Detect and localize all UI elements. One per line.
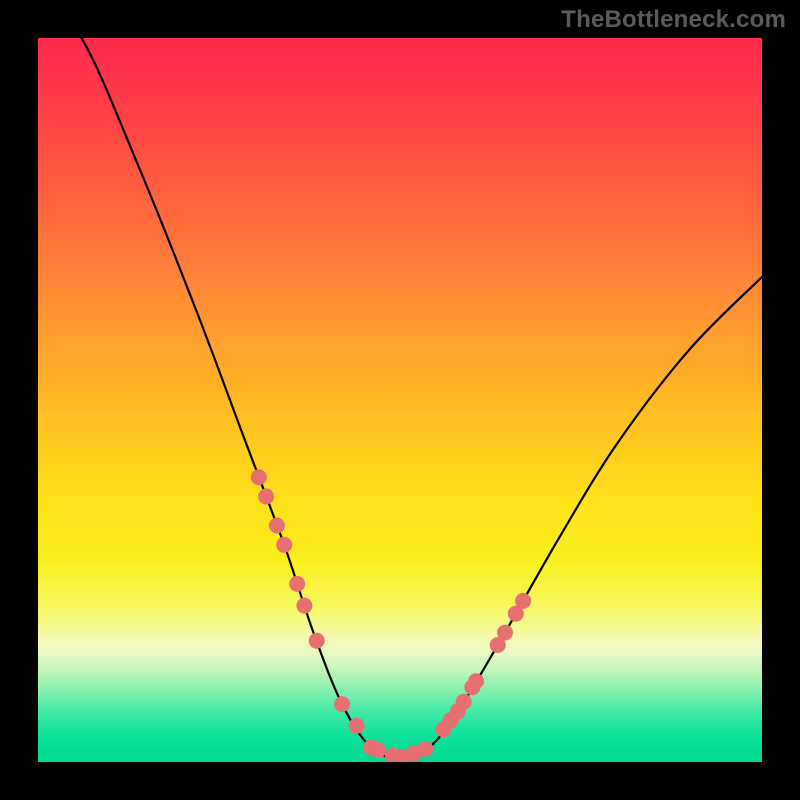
data-marker — [497, 625, 513, 641]
plot-area — [38, 38, 762, 762]
marker-layer — [251, 469, 531, 762]
bottleneck-chart — [38, 38, 762, 762]
data-marker — [456, 694, 472, 710]
data-marker — [258, 489, 274, 505]
data-marker — [296, 598, 312, 614]
data-marker — [289, 576, 305, 592]
data-marker — [515, 593, 531, 609]
bottleneck-curve — [38, 38, 762, 758]
data-marker — [269, 518, 285, 534]
data-marker — [251, 469, 267, 485]
data-marker — [334, 696, 350, 712]
outer-frame: TheBottleneck.com — [0, 0, 800, 800]
data-marker — [349, 718, 365, 734]
data-marker — [309, 633, 325, 649]
data-marker — [417, 741, 433, 757]
data-marker — [468, 673, 484, 689]
watermark-text: TheBottleneck.com — [561, 6, 786, 34]
data-marker — [370, 742, 386, 758]
data-marker — [276, 537, 292, 553]
